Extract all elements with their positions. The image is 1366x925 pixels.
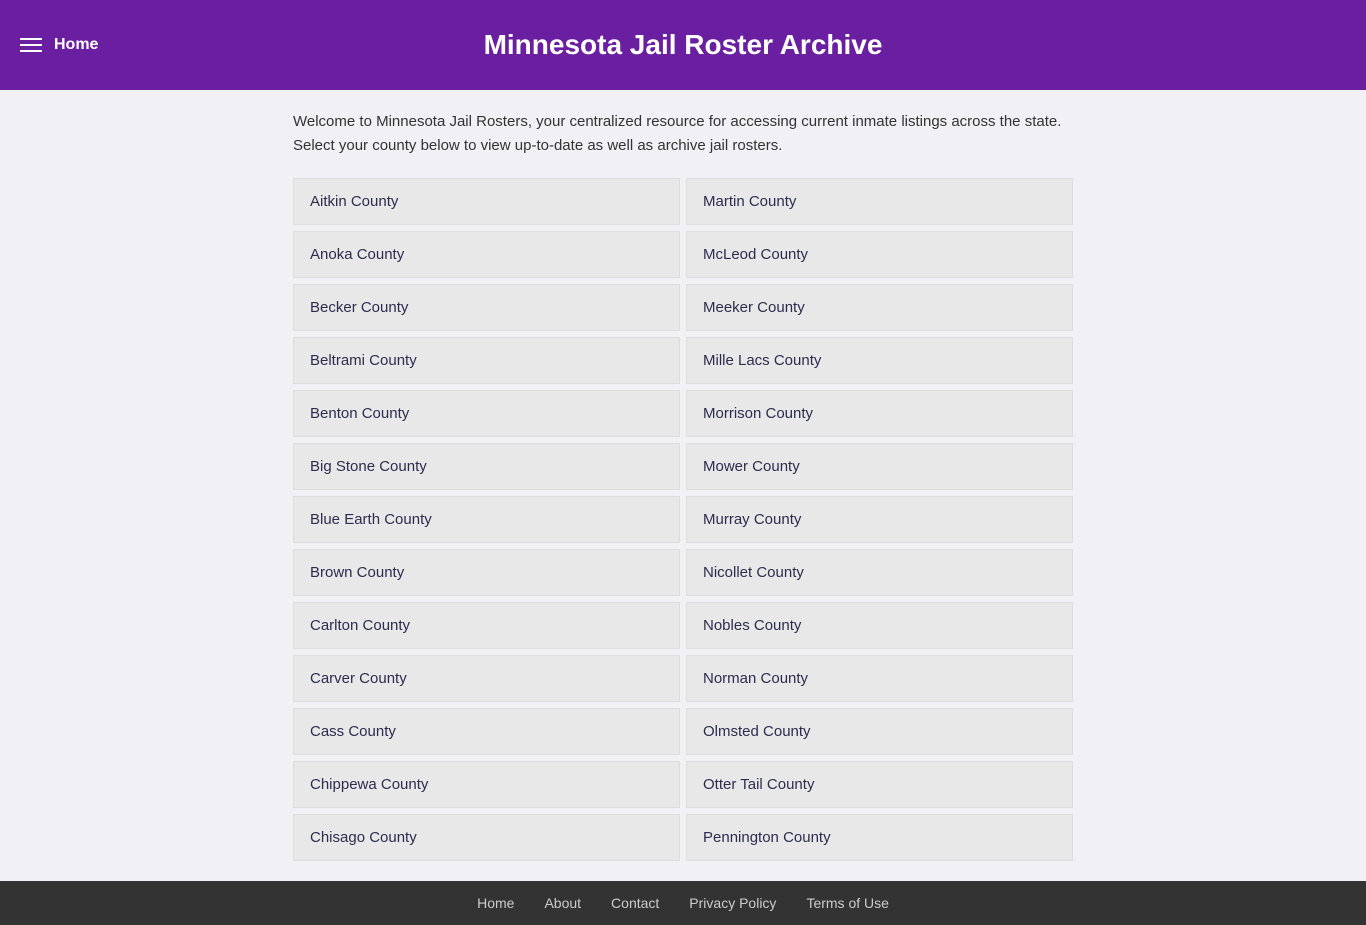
nav-toggle-button[interactable] [20, 38, 42, 52]
county-item[interactable]: Mower County [686, 443, 1073, 490]
site-title: Minnesota Jail Roster Archive [484, 29, 883, 61]
footer-link[interactable]: Contact [611, 895, 659, 911]
county-item[interactable]: Olmsted County [686, 708, 1073, 755]
county-item[interactable]: Becker County [293, 284, 680, 331]
header: Home Minnesota Jail Roster Archive [0, 0, 1366, 90]
county-item[interactable]: Anoka County [293, 231, 680, 278]
county-item[interactable]: Big Stone County [293, 443, 680, 490]
county-item[interactable]: Nicollet County [686, 549, 1073, 596]
county-item[interactable]: Blue Earth County [293, 496, 680, 543]
county-item[interactable]: Otter Tail County [686, 761, 1073, 808]
footer-link[interactable]: Terms of Use [806, 895, 888, 911]
county-item[interactable]: Cass County [293, 708, 680, 755]
footer-link[interactable]: Home [477, 895, 514, 911]
county-item[interactable]: Brown County [293, 549, 680, 596]
county-item[interactable]: Benton County [293, 390, 680, 437]
footer-link[interactable]: Privacy Policy [689, 895, 776, 911]
footer: Home About Contact Privacy Policy Terms of U… [0, 881, 1366, 925]
county-item[interactable]: Norman County [686, 655, 1073, 702]
county-grid: Aitkin County Anoka County Becker County Be… [293, 178, 1073, 861]
main-content: Welcome to Minnesota Jail Rosters, your … [273, 110, 1093, 861]
county-item[interactable]: Mille Lacs County [686, 337, 1073, 384]
left-column: Aitkin County Anoka County Becker County Be… [293, 178, 680, 861]
right-column: Martin County McLeod County Meeker County M… [686, 178, 1073, 861]
county-item[interactable]: Carver County [293, 655, 680, 702]
footer-link[interactable]: About [544, 895, 581, 911]
county-item[interactable]: Beltrami County [293, 337, 680, 384]
county-item[interactable]: McLeod County [686, 231, 1073, 278]
county-item[interactable]: Morrison County [686, 390, 1073, 437]
county-item[interactable]: Pennington County [686, 814, 1073, 861]
county-item[interactable]: Meeker County [686, 284, 1073, 331]
county-item[interactable]: Aitkin County [293, 178, 680, 225]
county-item[interactable]: Nobles County [686, 602, 1073, 649]
county-item[interactable]: Chisago County [293, 814, 680, 861]
welcome-text: Welcome to Minnesota Jail Rosters, your … [293, 110, 1073, 158]
home-link[interactable]: Home [54, 36, 98, 54]
county-item[interactable]: Murray County [686, 496, 1073, 543]
county-item[interactable]: Chippewa County [293, 761, 680, 808]
county-item[interactable]: Martin County [686, 178, 1073, 225]
county-item[interactable]: Carlton County [293, 602, 680, 649]
